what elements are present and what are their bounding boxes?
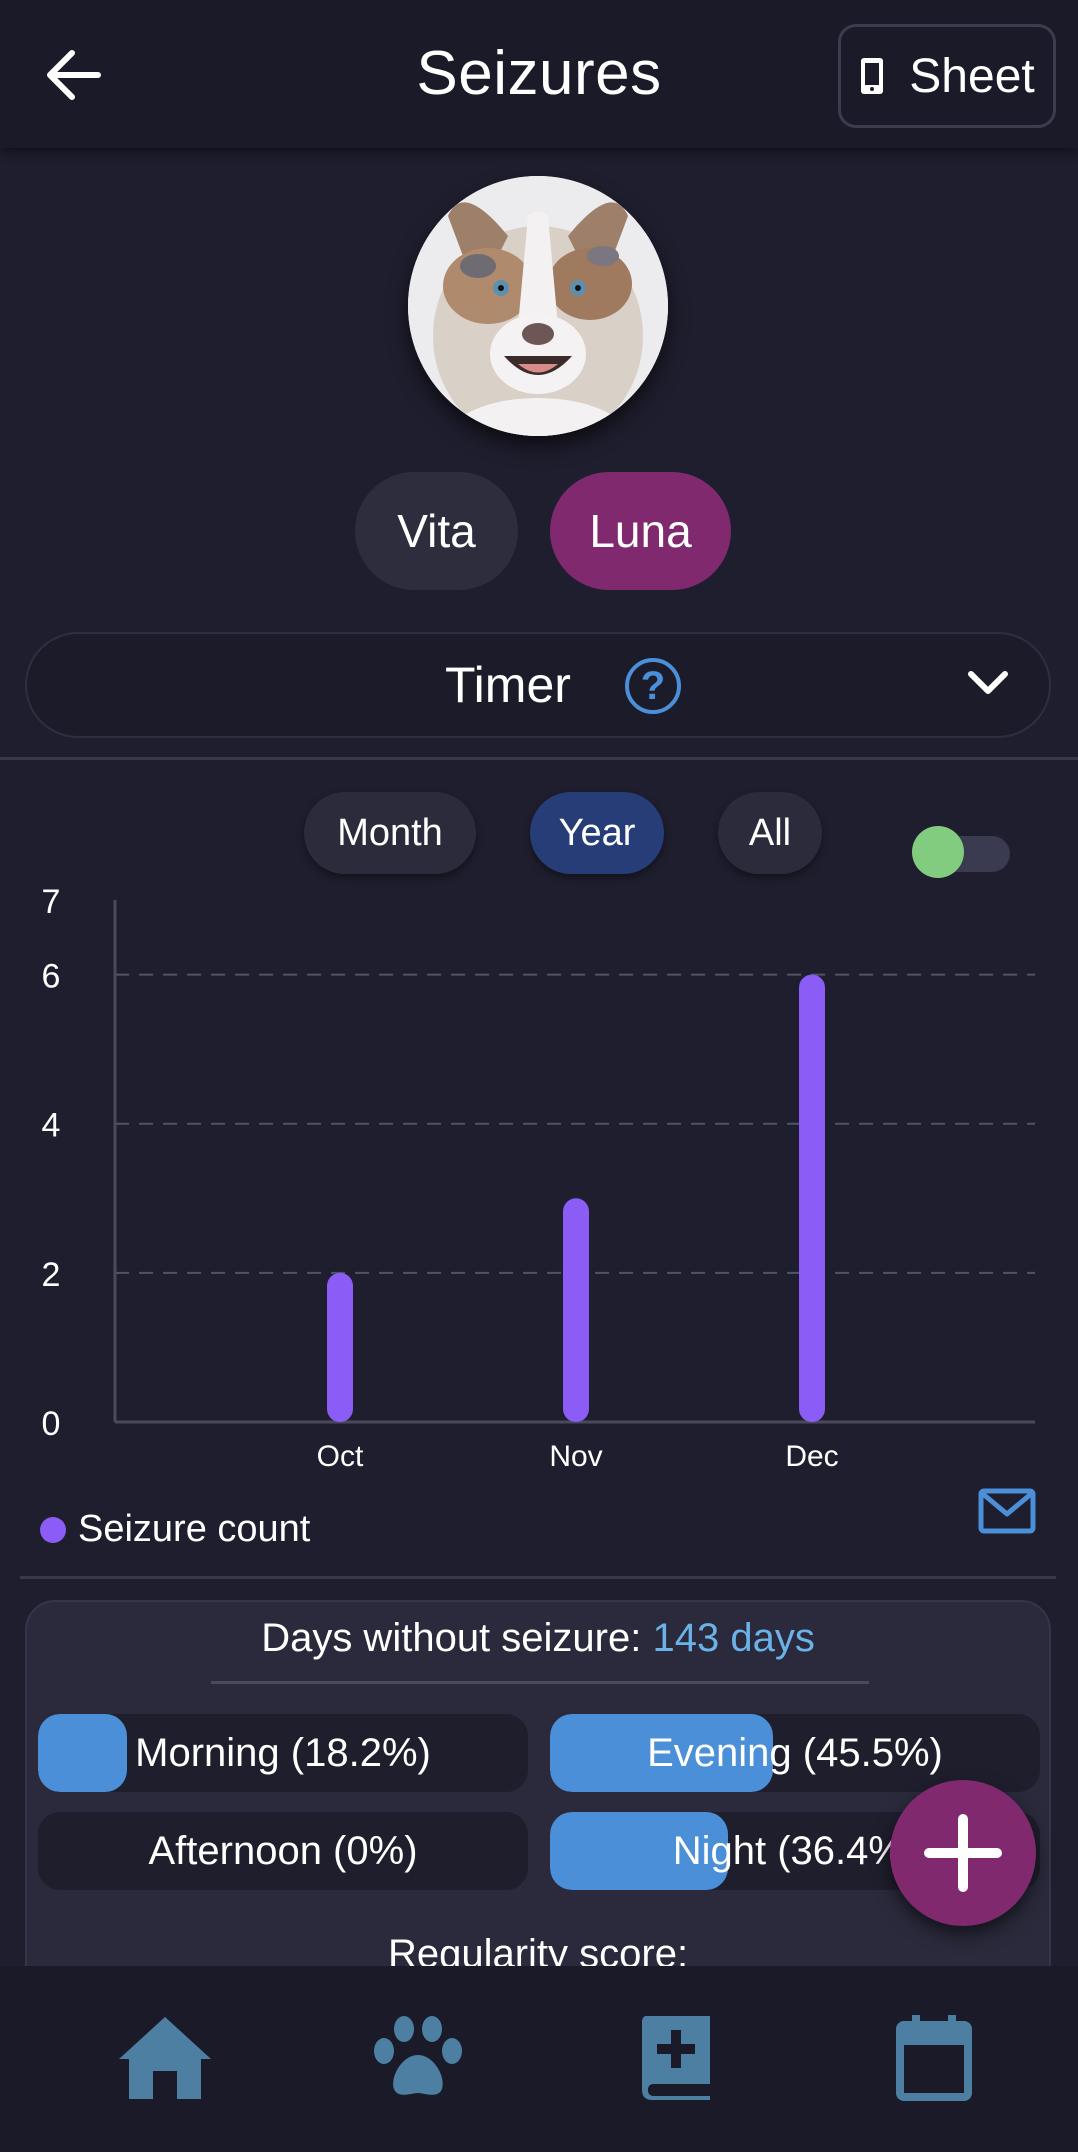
range-year-button[interactable]: Year xyxy=(530,792,664,874)
sheet-button[interactable]: Sheet xyxy=(838,24,1056,128)
chart-legend: Seizure count xyxy=(40,1508,310,1551)
x-tick-label: Oct xyxy=(317,1440,364,1473)
divider xyxy=(20,1576,1056,1579)
bar-nov xyxy=(563,1198,589,1422)
afternoon-label: Afternoon (0%) xyxy=(148,1828,418,1873)
range-month-button[interactable]: Month xyxy=(304,792,476,874)
morning-label: Morning (18.2%) xyxy=(135,1730,431,1775)
nav-calendar[interactable] xyxy=(874,2002,994,2112)
time-of-day-morning: Morning (18.2%) xyxy=(38,1714,528,1792)
pet-avatar xyxy=(408,176,668,436)
calendar-icon xyxy=(896,2015,972,2101)
timer-label: Timer xyxy=(445,657,571,713)
x-tick-label: Dec xyxy=(785,1440,838,1473)
divider xyxy=(211,1681,869,1684)
seizure-chart: 0 2 4 6 7 Oct Nov Dec xyxy=(42,883,1035,1473)
y-tick-label: 2 xyxy=(42,1256,61,1294)
app-header: Seizures Sheet xyxy=(0,0,1078,148)
nav-medical[interactable] xyxy=(616,2002,736,2112)
stats-card: Days without seizure: 143 days Morning (… xyxy=(25,1600,1051,2000)
mail-icon[interactable] xyxy=(978,1488,1036,1534)
pet-chip-luna[interactable]: Luna xyxy=(550,472,731,590)
paw-icon xyxy=(374,2016,462,2095)
days-without-seizure: Days without seizure: 143 days xyxy=(27,1616,1049,1661)
bottom-nav xyxy=(0,1966,1078,2152)
nav-home[interactable] xyxy=(105,2002,225,2112)
timer-dropdown[interactable]: Timer ? xyxy=(25,632,1051,738)
medical-book-icon xyxy=(642,2016,710,2100)
home-icon xyxy=(119,2017,211,2099)
range-all-button[interactable]: All xyxy=(718,792,822,874)
dog-photo xyxy=(408,176,668,436)
time-of-day-afternoon: Afternoon (0%) xyxy=(38,1812,528,1890)
bar-dec xyxy=(799,974,825,1422)
y-tick-label: 4 xyxy=(42,1107,61,1145)
nav-pets[interactable] xyxy=(358,2002,478,2112)
days-without-label: Days without seizure: xyxy=(261,1616,642,1660)
phone-icon xyxy=(861,58,884,94)
y-tick-label: 0 xyxy=(42,1405,61,1443)
x-tick-label: Nov xyxy=(549,1440,602,1473)
divider xyxy=(0,757,1078,760)
sheet-button-label: Sheet xyxy=(909,49,1035,103)
y-tick-label: 7 xyxy=(42,883,61,921)
y-tick-label: 6 xyxy=(42,958,61,996)
legend-label: Seizure count xyxy=(78,1508,311,1550)
chevron-down-icon xyxy=(968,671,1008,694)
plus-icon xyxy=(924,1814,1002,1892)
bar-oct xyxy=(327,1272,353,1422)
help-icon[interactable]: ? xyxy=(625,658,681,714)
days-without-value: 143 days xyxy=(652,1616,815,1660)
legend-dot xyxy=(40,1516,66,1543)
pet-chip-vita[interactable]: Vita xyxy=(355,472,518,590)
add-seizure-button[interactable] xyxy=(890,1780,1036,1926)
